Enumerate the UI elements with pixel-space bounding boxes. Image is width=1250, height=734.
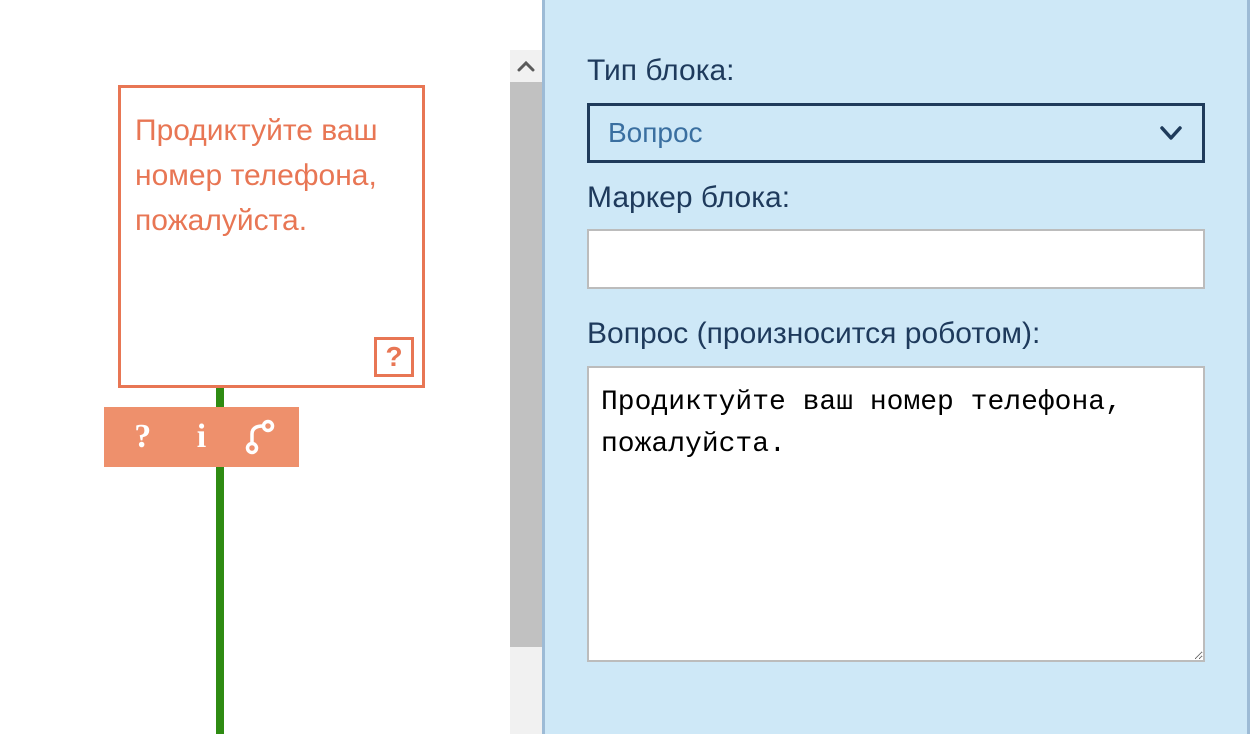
toolbar-info-button[interactable]: i <box>182 417 222 457</box>
node-toolbar: ? i <box>104 407 299 467</box>
toolbar-question-button[interactable]: ? <box>123 417 163 457</box>
block-marker-label: Маркер блока: <box>587 175 1205 222</box>
question-mark-icon: ? <box>374 337 414 377</box>
question-label: Вопрос (произносится роботом): <box>587 311 1205 358</box>
toolbar-branch-button[interactable] <box>240 417 280 457</box>
properties-panel: Тип блока: Вопрос Маркер блока: Вопрос (… <box>542 0 1250 734</box>
branch-icon <box>243 418 277 456</box>
vertical-scrollbar[interactable] <box>510 50 542 734</box>
block-type-label: Тип блока: <box>587 48 1205 95</box>
scroll-thumb[interactable] <box>510 82 542 647</box>
block-type-select[interactable]: Вопрос <box>587 103 1205 163</box>
block-type-value: Вопрос <box>608 117 703 149</box>
question-node[interactable]: Продиктуйте ваш номер телефона, пожалуйс… <box>118 85 425 388</box>
flow-canvas[interactable]: Продиктуйте ваш номер телефона, пожалуйс… <box>0 0 510 734</box>
node-text: Продиктуйте ваш номер телефона, пожалуйс… <box>135 108 408 243</box>
chevron-up-icon <box>517 60 535 72</box>
chevron-down-icon <box>1158 120 1184 146</box>
block-marker-input[interactable] <box>587 229 1205 289</box>
scroll-up-button[interactable] <box>510 50 542 82</box>
question-textarea[interactable] <box>587 366 1205 662</box>
